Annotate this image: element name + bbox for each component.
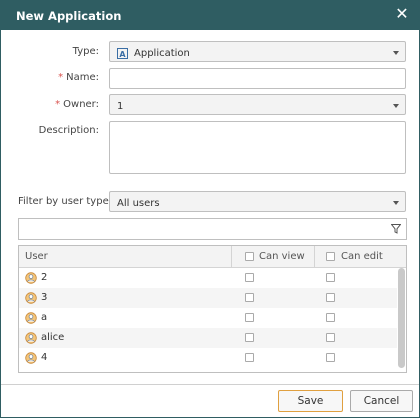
user-name: alice xyxy=(41,332,65,343)
can-edit-checkbox[interactable] xyxy=(326,313,335,322)
chevron-down-icon xyxy=(393,51,399,55)
name-input[interactable] xyxy=(109,68,406,89)
type-select[interactable]: A Application xyxy=(109,41,406,62)
column-header-can-edit[interactable]: Can edit xyxy=(341,251,383,262)
description-label: Description: xyxy=(38,125,99,136)
save-button[interactable]: Save xyxy=(278,390,343,412)
owner-select-value: 1 xyxy=(117,101,124,112)
can-edit-all-checkbox[interactable] xyxy=(326,252,335,261)
new-application-dialog: New Application ✕ Type: A Application * Na… xyxy=(0,0,420,418)
footer-divider xyxy=(1,384,419,385)
column-divider xyxy=(314,246,315,267)
user-name: 2 xyxy=(41,272,48,283)
dialog-title: New Application xyxy=(16,9,122,23)
grid-header: User Can view Can edit xyxy=(19,246,406,268)
grid-scrollbar[interactable] xyxy=(398,268,405,372)
user-icon xyxy=(25,292,37,304)
user-icon xyxy=(25,272,37,284)
can-view-checkbox[interactable] xyxy=(245,313,254,322)
filter-user-type-label: Filter by user type: xyxy=(18,196,113,207)
can-edit-checkbox[interactable] xyxy=(326,353,335,362)
scrollbar-thumb[interactable] xyxy=(398,268,405,368)
table-row[interactable]: 4 xyxy=(19,348,397,368)
column-header-can-view[interactable]: Can view xyxy=(259,251,305,262)
type-select-value: A Application xyxy=(117,48,190,59)
chevron-down-icon xyxy=(393,201,399,205)
description-textarea[interactable] xyxy=(109,121,406,174)
cancel-button[interactable]: Cancel xyxy=(350,390,413,412)
can-view-checkbox[interactable] xyxy=(245,333,254,342)
can-view-all-checkbox[interactable] xyxy=(245,252,254,261)
application-icon: A xyxy=(117,48,128,59)
can-view-checkbox[interactable] xyxy=(245,353,254,362)
chevron-down-icon xyxy=(393,104,399,108)
can-edit-checkbox[interactable] xyxy=(326,293,335,302)
can-edit-checkbox[interactable] xyxy=(326,333,335,342)
owner-label: * Owner: xyxy=(55,99,99,110)
can-view-checkbox[interactable] xyxy=(245,273,254,282)
table-row[interactable]: alice xyxy=(19,328,397,348)
name-label: * Name: xyxy=(58,72,99,83)
user-type-select[interactable]: All users xyxy=(109,191,406,212)
can-edit-checkbox[interactable] xyxy=(326,273,335,282)
funnel-icon[interactable] xyxy=(391,224,401,234)
user-search-input[interactable] xyxy=(18,218,407,240)
close-icon[interactable]: ✕ xyxy=(394,6,410,22)
type-label: Type: xyxy=(72,46,99,57)
user-icon xyxy=(25,332,37,344)
can-view-checkbox[interactable] xyxy=(245,293,254,302)
title-bar: New Application ✕ xyxy=(1,1,419,30)
owner-select[interactable]: 1 xyxy=(109,94,406,115)
table-row[interactable]: 3 xyxy=(19,288,397,308)
user-type-select-value: All users xyxy=(117,198,160,209)
table-row[interactable]: 2 xyxy=(19,268,397,288)
column-header-user[interactable]: User xyxy=(25,251,48,262)
user-icon xyxy=(25,312,37,324)
user-name: 4 xyxy=(41,352,48,363)
user-permissions-grid: User Can view Can edit 2 3 a alice 4 xyxy=(18,245,407,373)
table-row[interactable]: a xyxy=(19,308,397,328)
user-name: a xyxy=(41,312,48,323)
user-name: 3 xyxy=(41,292,48,303)
column-divider xyxy=(231,246,232,267)
user-icon xyxy=(25,352,37,364)
